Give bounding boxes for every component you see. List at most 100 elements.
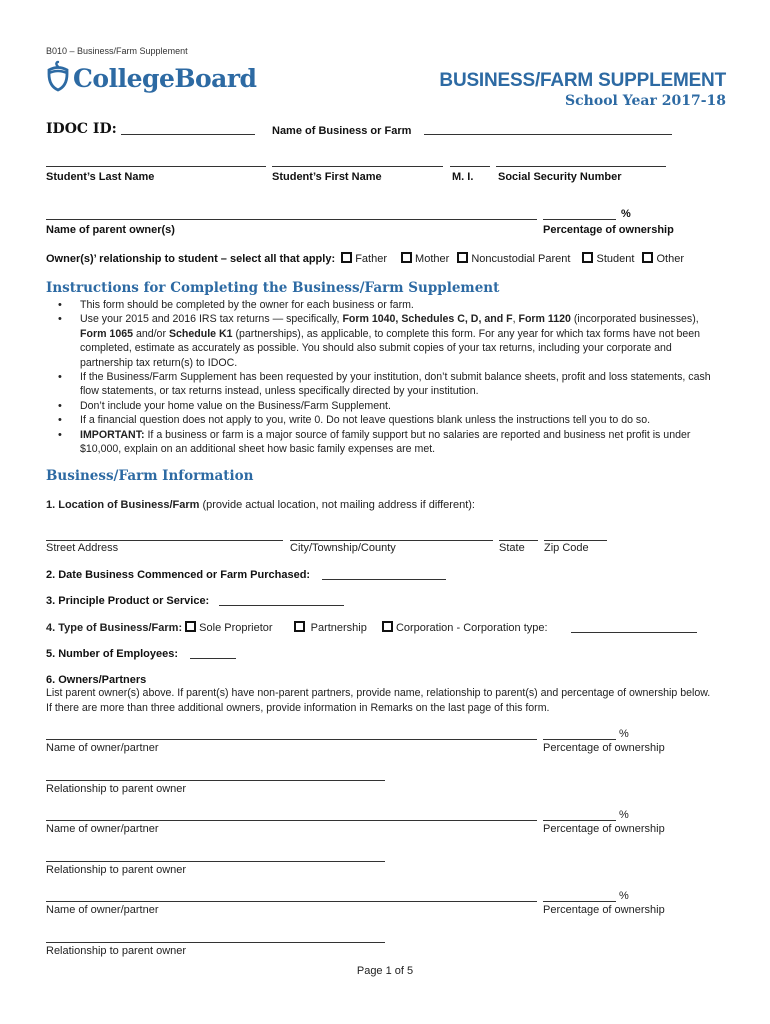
text: Don’t include your home value on the Bus… [80, 399, 391, 412]
q5-label: 5. Number of Employees: [46, 648, 179, 660]
corporation-type-field[interactable] [571, 632, 697, 633]
text: and/or [133, 327, 169, 340]
student-first-name-field[interactable] [272, 166, 443, 167]
owner-percent-label: Percentage of ownership [543, 904, 665, 916]
state-label: State [499, 542, 525, 554]
owner-percent-label: Percentage of ownership [543, 742, 665, 754]
principal-product-field[interactable] [219, 605, 344, 606]
owner-name-label: Name of owner/partner [46, 742, 159, 754]
option-label: Student [596, 253, 635, 265]
option-label: Noncustodial Parent [471, 253, 571, 265]
state-field[interactable] [499, 540, 538, 541]
street-address-label: Street Address [46, 542, 119, 554]
business-info-heading: Business/Farm Information [46, 468, 254, 484]
parent-ownership-percent-field[interactable] [543, 219, 616, 220]
type-option-sole-proprietor[interactable]: Sole Proprietor [185, 621, 273, 634]
percent-sign: % [621, 208, 631, 220]
idoc-id-label: IDOC ID: [46, 121, 117, 137]
type-option-partnership[interactable]: Partnership [293, 621, 367, 634]
bold-text: Form 1065 [80, 327, 133, 340]
q4-label: 4. Type of Business/Farm: [46, 622, 183, 634]
instructions-list: This form should be completed by the own… [46, 298, 716, 456]
parent-ownership-percent-label: Percentage of ownership [543, 224, 674, 236]
text: This form should be completed by the own… [80, 299, 414, 311]
student-last-name-field[interactable] [46, 166, 266, 167]
instruction-item: IMPORTANT: If a business or farm is a ma… [46, 428, 716, 457]
owner-relationship-label: Relationship to parent owner [46, 864, 187, 876]
bold-text: IMPORTANT: [80, 428, 145, 441]
option-label: Corporation - Corporation type: [395, 622, 548, 634]
bold-text: Form 1120 [518, 313, 571, 326]
relationship-label: Owner(s)’ relationship to student – sele… [46, 253, 336, 265]
school-year: School Year 2017-18 [565, 93, 726, 109]
checkbox[interactable] [642, 252, 654, 263]
option-label: Other [656, 253, 684, 265]
parent-owner-name-field[interactable] [46, 219, 537, 220]
text: If a financial question does not apply t… [80, 414, 651, 427]
owner-relationship-field[interactable] [46, 861, 385, 862]
student-mi-field[interactable] [450, 166, 490, 167]
text: (incorporated businesses), [570, 313, 699, 326]
form-title: BUSINESS/FARM SUPPLEMENT [439, 70, 726, 91]
owner-percent-field[interactable] [543, 739, 616, 740]
percent-sign: % [619, 728, 629, 740]
form-code: B010 – Business/Farm Supplement [46, 46, 188, 56]
owner-name-field[interactable] [46, 820, 537, 821]
checkbox[interactable] [457, 252, 469, 263]
logo-text: CollegeBoard [73, 64, 257, 93]
q6-text: List parent owner(s) above. If parent(s)… [46, 687, 711, 714]
owner-name-label: Name of owner/partner [46, 823, 159, 835]
checkbox[interactable] [185, 621, 197, 632]
relationship-option-student[interactable]: Student [582, 252, 635, 265]
relationship-option-noncustodial-parent[interactable]: Noncustodial Parent [457, 252, 571, 265]
type-option-corporation[interactable]: Corporation - Corporation type: [381, 621, 548, 634]
ssn-field[interactable] [496, 166, 666, 167]
relationship-option-father[interactable]: Father [341, 252, 387, 265]
percent-sign: % [619, 890, 629, 902]
instruction-item: If a financial question does not apply t… [46, 413, 716, 428]
owner-percent-label: Percentage of ownership [543, 823, 665, 835]
owner-name-label: Name of owner/partner [46, 904, 159, 916]
option-label: Sole Proprietor [199, 622, 273, 634]
relationship-row: Owner(s)’ relationship to student – sele… [46, 252, 689, 265]
collegeboard-logo: CollegeBoard [46, 60, 257, 97]
percent-sign: % [619, 809, 629, 821]
checkbox[interactable] [293, 621, 305, 632]
zip-field[interactable] [544, 540, 607, 541]
business-name-field[interactable] [424, 134, 672, 135]
checkbox[interactable] [341, 252, 353, 263]
owner-percent-field[interactable] [543, 820, 616, 821]
q6-label: 6. Owners/Partners [46, 674, 147, 686]
zip-label: Zip Code [544, 542, 589, 554]
q1-label: 1. Location of Business/Farm [46, 499, 200, 511]
owner-name-field[interactable] [46, 901, 537, 902]
text: If a business or farm is a major source … [80, 428, 691, 456]
date-commenced-field[interactable] [322, 579, 446, 580]
relationship-option-other[interactable]: Other [642, 252, 684, 265]
checkbox[interactable] [401, 252, 413, 263]
student-mi-label: M. I. [452, 171, 474, 183]
option-label: Father [355, 253, 387, 265]
instruction-item: This form should be completed by the own… [46, 298, 716, 313]
idoc-id-field[interactable] [121, 134, 255, 135]
owner-name-field[interactable] [46, 739, 537, 740]
bold-text: Schedule K1 [168, 327, 233, 340]
checkbox[interactable] [582, 252, 594, 263]
q4-row: 4. Type of Business/Farm: Sole Proprieto… [46, 621, 548, 634]
q1-location: 1. Location of Business/Farm (provide ac… [46, 499, 475, 511]
student-first-name-label: Student’s First Name [272, 171, 382, 183]
owner-percent-field[interactable] [543, 901, 616, 902]
option-label: Mother [415, 253, 450, 265]
employees-field[interactable] [190, 658, 236, 659]
owner-relationship-field[interactable] [46, 942, 385, 943]
q1-note: (provide actual location, not mailing ad… [199, 499, 475, 511]
parent-owner-name-label: Name of parent owner(s) [46, 224, 175, 236]
relationship-option-mother[interactable]: Mother [401, 252, 450, 265]
text: Use your 2015 and 2016 IRS tax returns —… [80, 313, 343, 326]
city-field[interactable] [290, 540, 493, 541]
street-address-field[interactable] [46, 540, 283, 541]
owner-relationship-label: Relationship to parent owner [46, 783, 187, 795]
checkbox[interactable] [381, 621, 393, 632]
owner-relationship-field[interactable] [46, 780, 385, 781]
text: If the Business/Farm Supplement has been… [80, 371, 711, 398]
